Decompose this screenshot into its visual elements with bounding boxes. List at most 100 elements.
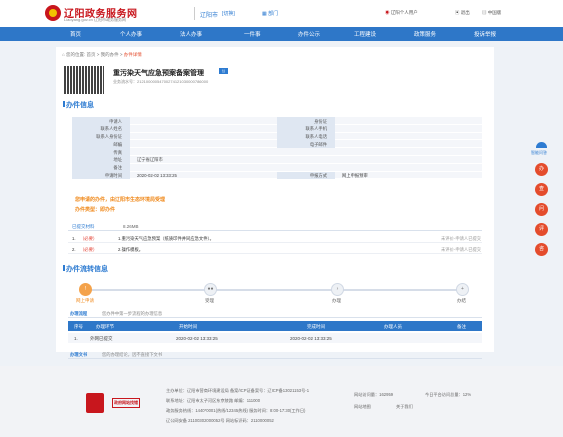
about-link[interactable]: 关于我们: [396, 404, 413, 410]
tab-process[interactable]: 办理流程: [70, 311, 87, 317]
qr-code: [64, 66, 104, 94]
nav-public[interactable]: 办件公示: [298, 30, 320, 38]
cell-end: 2020-02-02 13:33:25: [290, 336, 332, 341]
side-item-ban[interactable]: 办: [535, 163, 548, 176]
grid-icon: ▦: [262, 11, 267, 17]
case-number: 业务流水号：21210000054700274121030000786000: [113, 79, 209, 84]
tab-process-desc: 您办件中第一步流程的办理信息: [102, 311, 163, 316]
side-item-cha[interactable]: 查: [535, 183, 548, 196]
visit-count: 网站访问量：162959: [354, 392, 394, 397]
material-name[interactable]: 2.操作模板。: [118, 247, 143, 253]
materials-title: 已提交材料: [72, 224, 95, 229]
main-nav: 首页 个人办事 法人办事 一件事 办件公示 工程建设 政策服务 投诉举报: [0, 27, 563, 41]
material-no: 2.: [72, 247, 76, 252]
info-label: 身份证: [314, 118, 327, 124]
info-row: 邮编 电子邮件: [72, 140, 482, 149]
breadcrumb: ⌂ 您的位置: 首页 > 我的办件 > 办件详情: [62, 52, 142, 57]
lang-link[interactable]: ▤ 中国版: [482, 10, 501, 16]
department-label: 部门: [268, 11, 279, 17]
step-process-label: 办理: [332, 298, 341, 303]
material-name[interactable]: 1.重污染天气应急预案（纸质印件并同应急文件）。: [118, 236, 214, 242]
emblem-logo: [45, 5, 61, 21]
police-emblem-icon: [86, 393, 104, 413]
material-status: 未评价-申请人已提交: [441, 236, 482, 241]
info-label: 申请人: [109, 118, 122, 124]
material-status: 未评价-申请人已提交: [441, 247, 482, 252]
footer-line: 辽公网安备 21100302000052号 网站标识码：2110000052: [166, 418, 274, 423]
col-header: 办理人员: [384, 324, 402, 329]
info-label: 传真: [113, 149, 122, 155]
step-complete-icon: +: [456, 283, 469, 296]
info-label: 申报方式: [309, 173, 327, 179]
materials-header: 已提交材料 8.26MB: [68, 221, 482, 231]
step-complete-label: 办结: [457, 298, 466, 303]
sitemap-link[interactable]: 网站地图: [354, 404, 371, 410]
nav-policy[interactable]: 政策服务: [414, 30, 436, 38]
breadcrumb-home[interactable]: 首页: [87, 52, 96, 57]
step-submit-icon: !: [79, 283, 92, 296]
breadcrumb-prefix: 您的位置:: [65, 52, 86, 57]
info-row: 备注: [72, 163, 482, 172]
footer-line: 主办单位：辽阳市营商环境建设局 备案/ICP证备案号：辽ICP备13021153…: [166, 388, 310, 393]
result-desc: 您的办理结论，因不直接下文书: [102, 352, 163, 357]
user-link[interactable]: ◉ 辽阳个人用户: [385, 10, 418, 16]
side-title: 智能问答: [531, 150, 547, 155]
side-item-ping[interactable]: 评: [535, 223, 548, 236]
logout-label: 退出: [460, 10, 470, 15]
site-subtitle: Liaoyang.gov.cn 辽阳市政务服务网: [64, 17, 126, 22]
handling-dept-notice: 您申请的办件，由辽阳市生态环境局受理: [75, 197, 166, 203]
switch-city-link[interactable]: [切换]: [222, 10, 235, 17]
department-link[interactable]: ▦ 部门: [262, 10, 278, 17]
cell-no: 1.: [74, 336, 78, 341]
flow-line: [84, 289, 462, 291]
info-row: 联系人姓名 联系人手机: [72, 124, 482, 133]
material-row: 2. （必要） 2.操作模板。 未评价-申请人已提交: [68, 244, 482, 254]
info-label: 邮编: [113, 141, 122, 147]
info-row: 申请时间 2020-02-02 13:33:25 申报方式 网上申报预审: [72, 171, 482, 180]
table-row: 1. 外网已提交 2020-02-02 13:33:25 2020-02-02 …: [68, 333, 482, 343]
info-label: 电子邮件: [309, 141, 327, 147]
section-title-info: 办件信息: [63, 101, 94, 109]
breadcrumb-my-cases[interactable]: 我的办件: [101, 52, 119, 57]
col-header: 开始时间: [179, 324, 197, 329]
today-count: 今日平台访问总量：12%: [425, 392, 472, 397]
info-row: 申请人 身份证: [72, 117, 482, 125]
cell-step: 外网已提交: [90, 336, 113, 341]
side-item-wen[interactable]: 问: [535, 203, 548, 216]
breadcrumb-current: 办件详情: [123, 52, 142, 57]
error-report-badge[interactable]: 政府网站找错: [112, 398, 140, 408]
chat-icon[interactable]: [536, 142, 547, 148]
info-label: 联系人手机: [305, 126, 327, 132]
top-header: 辽阳政务服务网 Liaoyang.gov.cn 辽阳市政务服务网 辽阳市 [切换…: [0, 0, 563, 27]
nav-personal[interactable]: 个人办事: [120, 30, 142, 38]
header-divider: [194, 7, 195, 20]
process-tabs: 办理流程 您办件中第一步流程的办理信息: [68, 309, 482, 318]
process-table-header: 序号 办理环节 开始时间 完成时间 办理人员 备注: [68, 321, 482, 331]
result-label: 办理文书: [70, 352, 88, 357]
public-tag: 公: [219, 68, 228, 74]
nav-legal[interactable]: 法人办事: [180, 30, 202, 38]
cell-start: 2020-02-02 13:33:25: [176, 336, 218, 341]
info-label: 联系人身份证: [96, 134, 122, 140]
material-no: 1.: [72, 236, 76, 241]
nav-complaint[interactable]: 投诉举报: [474, 30, 496, 38]
logout-link[interactable]: ▣ 退出: [455, 10, 470, 16]
footer: [0, 366, 563, 437]
info-label: 地址: [113, 157, 122, 163]
step-process-icon: ›: [331, 283, 344, 296]
material-required: （必要）: [80, 247, 98, 252]
nav-one-thing[interactable]: 一件事: [244, 30, 261, 38]
side-item-zi[interactable]: 咨: [535, 243, 548, 256]
info-row: 地址 辽宁省辽阳市: [72, 155, 482, 164]
info-row: 传真: [72, 148, 482, 156]
home-icon: ⌂: [62, 52, 65, 57]
materials-size: 8.26MB: [123, 224, 139, 229]
user-icon: ◉: [385, 10, 390, 15]
nav-home[interactable]: 首页: [70, 30, 81, 38]
info-table: 申请人 身份证 联系人姓名 联系人手机 联系人身份证 联系人电话 邮编 电子邮件…: [72, 117, 482, 180]
info-row: 联系人身份证 联系人电话: [72, 132, 482, 141]
material-required: （必要）: [80, 236, 98, 241]
col-header: 备注: [457, 324, 466, 329]
material-row: 1. （必要） 1.重污染天气应急预案（纸质印件并同应急文件）。 未评价-申请人…: [68, 233, 482, 243]
nav-construction[interactable]: 工程建设: [354, 30, 376, 38]
